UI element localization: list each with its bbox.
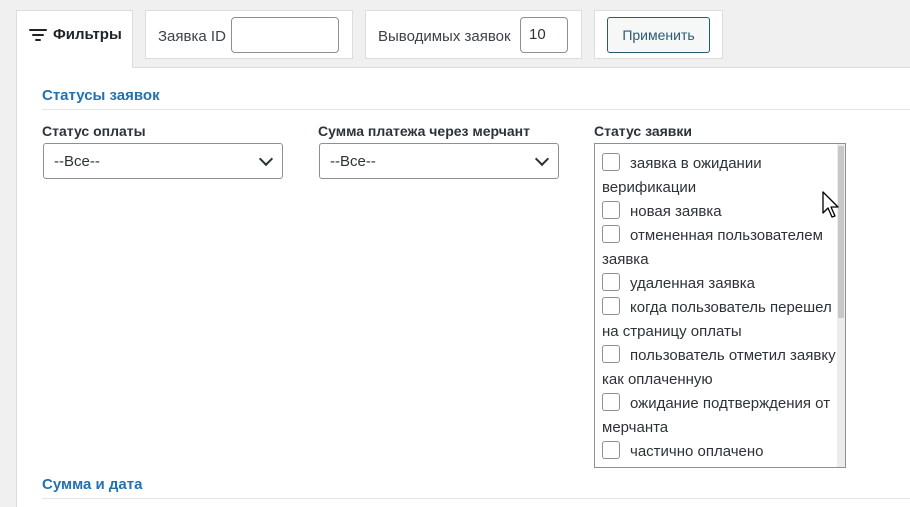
payment-status-select[interactable]: --Все-- [43,143,283,179]
request-id-input[interactable] [231,17,339,53]
tab-filters[interactable]: Фильтры [16,10,133,68]
checkbox[interactable] [602,225,620,243]
tab-filters-label: Фильтры [53,26,122,43]
list-item[interactable]: пользователь отметил заявку как оплаченн… [602,344,837,392]
merchant-sum-select[interactable]: --Все-- [319,143,559,179]
list-item[interactable]: ожидание подтверждения от мерчанта [602,392,837,440]
divider [42,498,910,499]
list-item[interactable]: отмененная пользователем заявка [602,224,837,272]
list-item[interactable]: заявка в ожидании верификации [602,152,837,200]
filter-icon [29,29,47,43]
request-status-listbox[interactable]: заявка в ожидании верификации новая заяв… [594,143,846,468]
list-item[interactable]: частично оплачено [602,440,837,464]
count-label: Выводимых заявок [378,28,511,45]
list-item[interactable]: новая заявка [602,200,837,224]
checkbox[interactable] [602,441,620,459]
mouse-cursor-icon [822,191,839,218]
list-item[interactable]: когда пользователь перешел на страницу о… [602,296,837,344]
chevron-down-icon [258,151,274,167]
chevron-down-icon [534,151,550,167]
request-status-label: Статус заявки [594,123,693,139]
count-input[interactable]: 10 [520,17,568,53]
section-title-statuses: Статусы заявок [42,87,160,104]
request-id-group: Заявка ID [145,10,353,59]
list-item[interactable]: удаленная заявка [602,272,837,296]
checkbox[interactable] [602,297,620,315]
checkbox[interactable] [602,153,620,171]
apply-group: Применить [594,10,723,59]
merchant-sum-value: --Все-- [330,153,376,170]
apply-button[interactable]: Применить [607,17,710,53]
divider [42,109,910,110]
filters-panel: Статусы заявок Статус оплаты --Все-- Сум… [16,67,910,507]
request-id-label: Заявка ID [158,28,226,45]
checkbox[interactable] [602,273,620,291]
checkbox[interactable] [602,393,620,411]
checkbox[interactable] [602,345,620,363]
payment-status-value: --Все-- [54,153,100,170]
section-title-amount-date: Сумма и дата [42,476,143,493]
checkbox[interactable] [602,201,620,219]
count-group: Выводимых заявок 10 [365,10,582,59]
scrollbar-thumb[interactable] [838,146,844,318]
payment-status-label: Статус оплаты [42,123,146,139]
merchant-sum-label: Сумма платежа через мерчант [318,123,530,139]
